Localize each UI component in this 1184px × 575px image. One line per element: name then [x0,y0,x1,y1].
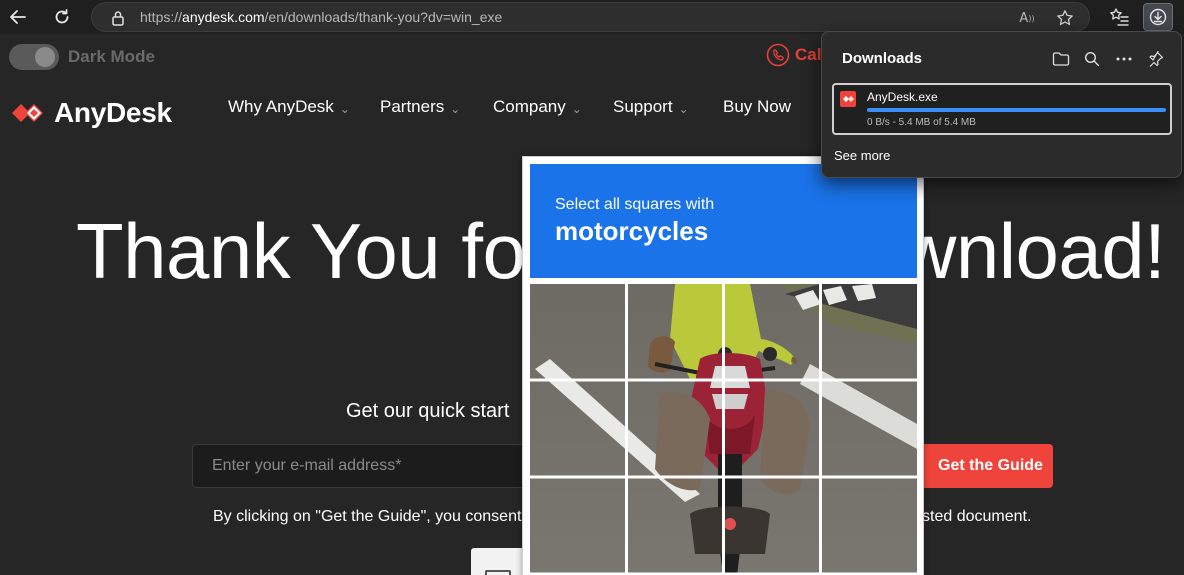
chevron-down-icon: ⌄ [339,101,350,116]
consent-text-right: sted document. [922,508,1032,525]
captcha-image-grid [530,284,917,575]
url-path: /en/downloads/thank-you?dv=win_exe [264,9,503,25]
captcha-tile[interactable] [530,478,626,574]
anydesk-file-icon [840,91,856,107]
get-guide-button[interactable]: Get the Guide [908,444,1053,488]
captcha-target: motorcycles [555,216,709,246]
phone-icon [766,43,790,67]
captcha-tile[interactable] [821,284,917,380]
url-prefix: https:// [140,9,183,25]
captcha-tile[interactable] [821,478,917,574]
nav-company[interactable]: Company ⌄ [493,97,582,117]
recaptcha-checkbox[interactable] [485,570,511,575]
lock-icon[interactable] [111,10,125,30]
captcha-tile[interactable] [724,284,820,380]
open-folder-icon[interactable] [1050,48,1072,70]
captcha-tile[interactable] [821,381,917,477]
nav-label: Company [493,97,566,116]
hero-heading-left: Thank You fo [76,207,526,295]
captcha-tile[interactable] [530,381,626,477]
anydesk-logo-icon [12,104,43,122]
url-host: anydesk.com [182,9,265,25]
consent-text-left: By clicking on "Get the Guide", you cons… [213,508,522,525]
captcha-tile[interactable] [530,284,626,380]
nav-support[interactable]: Support ⌄ [613,97,689,117]
favorites-list-icon[interactable] [1107,5,1131,29]
url-text[interactable]: https://anydesk.com/en/downloads/thank-y… [140,9,502,25]
captcha-instruction: Select all squares with [555,196,715,213]
toggle-knob [35,47,55,67]
dark-mode-label: Dark Mode [68,47,155,66]
captcha-tile[interactable] [627,478,723,574]
nav-partners[interactable]: Partners ⌄ [380,97,460,117]
quick-start-text: Get our quick start [346,400,510,422]
hero-heading-right: wnload! [900,207,1166,295]
download-item[interactable]: AnyDesk.exe 0 B/s - 5.4 MB of 5.4 MB [832,83,1172,135]
more-options-icon[interactable] [1113,48,1135,70]
downloads-flyout: Downloads AnyDesk.exe 0 B/s - 5.4 MB of … [821,31,1182,178]
download-progress-fill [867,108,1166,112]
refresh-icon [55,9,69,24]
download-icon [1149,8,1167,26]
browser-window: https://anydesk.com/en/downloads/thank-y… [0,0,1184,575]
download-file-name: AnyDesk.exe [867,90,938,104]
captcha-challenge: Select all squares with motorcycles [522,156,924,575]
email-field[interactable] [193,445,531,487]
captcha-header: Select all squares with motorcycles [530,164,917,278]
nav-buy-now[interactable]: Buy Now [723,97,791,117]
downloads-title: Downloads [842,50,923,67]
downloads-button[interactable] [1143,3,1173,31]
back-arrow-icon [10,10,26,24]
download-status: 0 B/s - 5.4 MB of 5.4 MB [867,117,976,128]
captcha-tile[interactable] [724,381,820,477]
anydesk-logo[interactable]: AnyDesk [10,97,172,129]
nav-label: Partners [380,97,445,116]
call-link[interactable]: Cal [766,43,821,67]
pin-icon[interactable] [1145,48,1167,70]
nav-label: Support [613,97,673,116]
nav-label: Why AnyDesk [228,97,334,116]
dark-mode-toggle[interactable] [9,44,59,70]
search-icon[interactable] [1081,48,1103,70]
chevron-down-icon: ⌄ [571,101,582,116]
captcha-tile[interactable] [627,284,723,380]
read-aloud-label: A [1019,10,1029,26]
captcha-tile[interactable] [627,381,723,477]
download-progress-bar [867,108,1166,112]
chevron-down-icon: ⌄ [678,101,689,116]
see-more-link[interactable]: See more [834,148,890,163]
browser-toolbar: https://anydesk.com/en/downloads/thank-y… [0,0,1184,34]
address-bar[interactable]: https://anydesk.com/en/downloads/thank-y… [91,2,1090,32]
back-button[interactable] [6,5,30,29]
captcha-tile[interactable] [724,478,820,574]
refresh-button[interactable] [50,5,74,29]
read-aloud-icon[interactable]: A)) [1018,9,1036,27]
nav-label: Buy Now [723,97,792,116]
email-field-wrapper [192,444,532,488]
logo-text: AnyDesk [54,97,172,128]
chevron-down-icon: ⌄ [450,101,461,116]
favorite-star-icon[interactable] [1056,9,1074,27]
call-label: Cal [795,45,822,64]
nav-why-anydesk[interactable]: Why AnyDesk ⌄ [228,97,350,117]
